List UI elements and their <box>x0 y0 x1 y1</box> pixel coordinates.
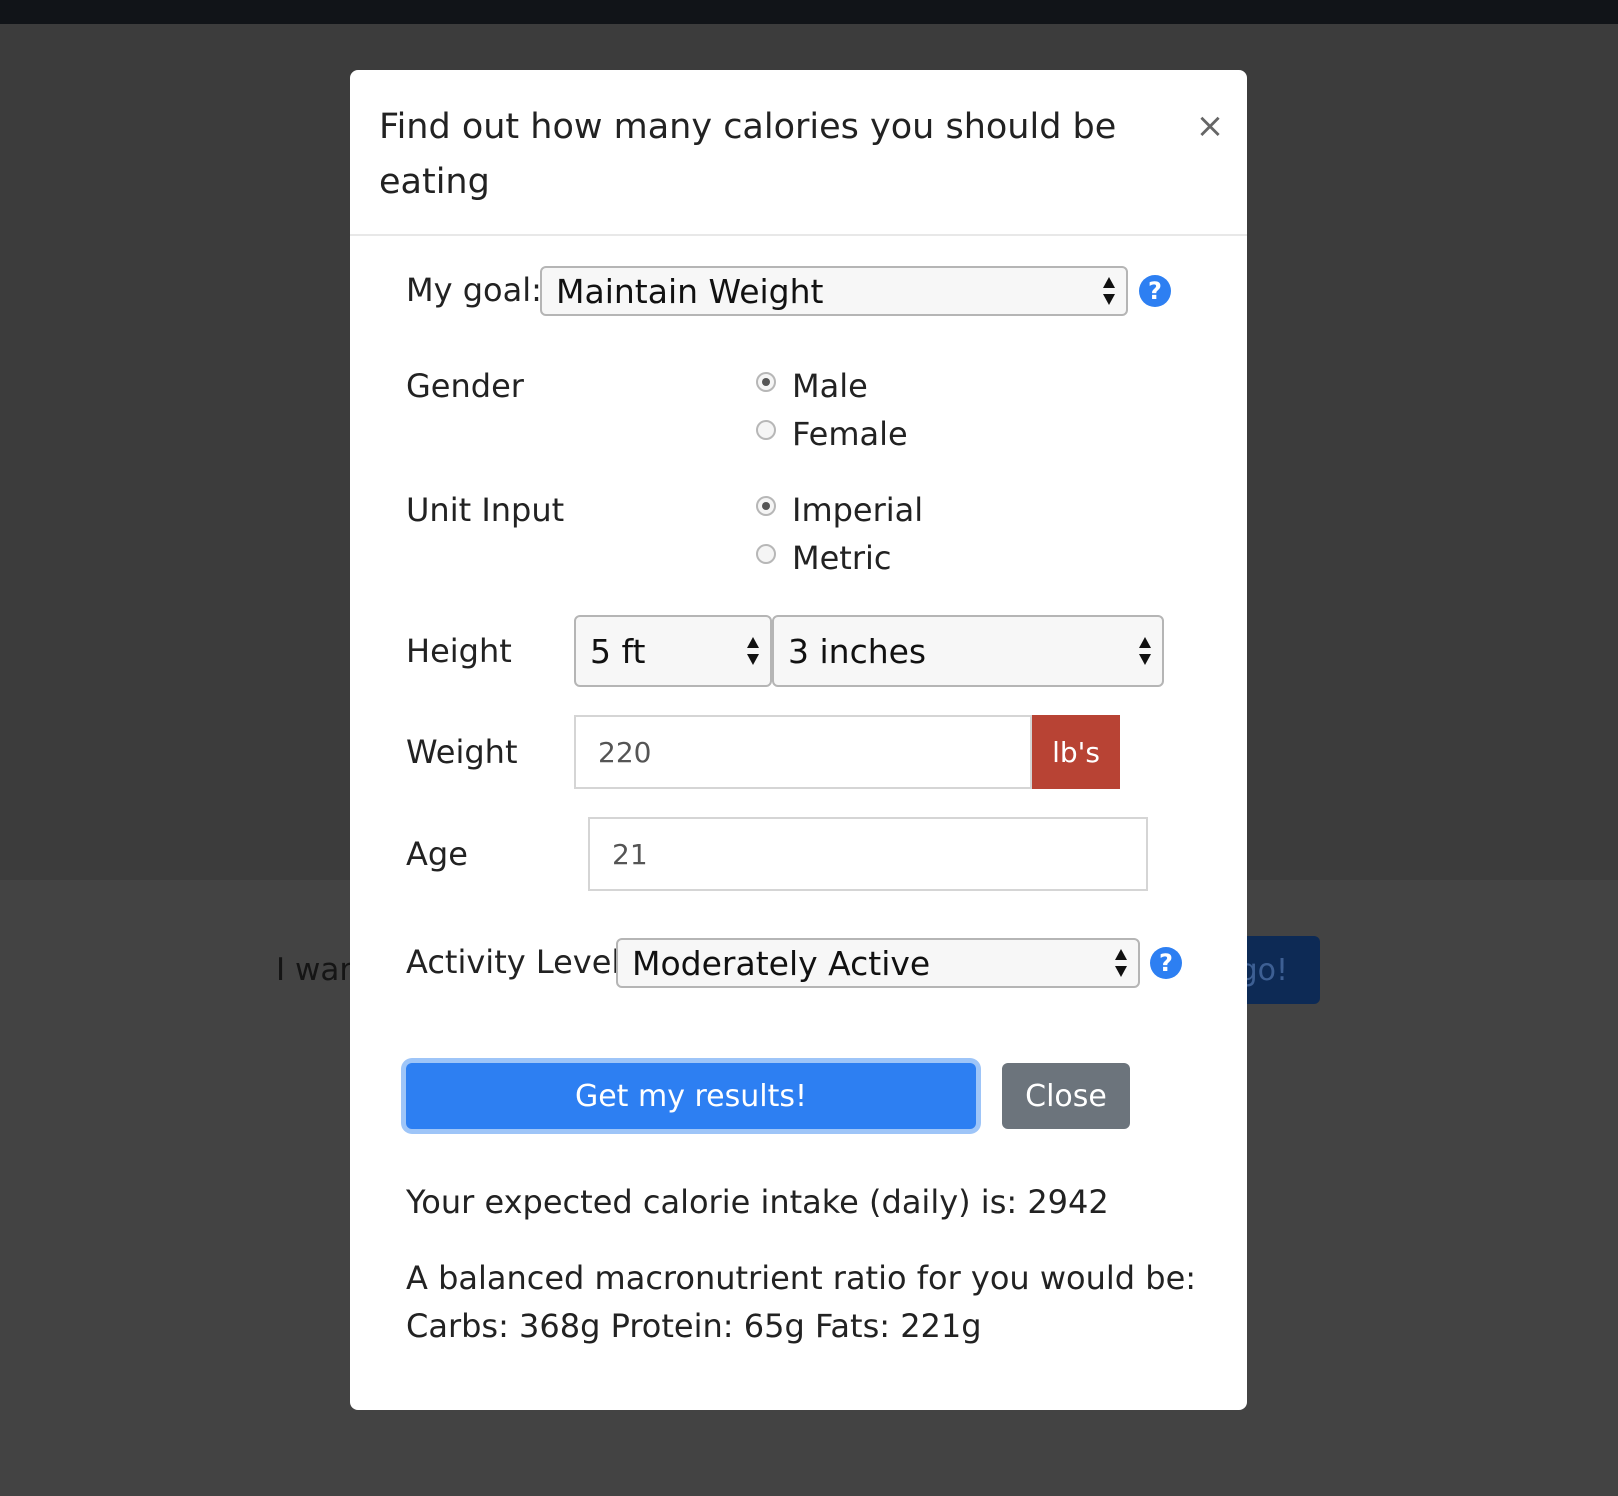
unit-input-label: Unit Input <box>406 491 565 529</box>
height-inches-value: 3 inches <box>788 631 927 671</box>
unit-option-imperial: Imperial <box>792 491 924 529</box>
activity-help-icon[interactable]: ? <box>1150 947 1182 979</box>
close-icon[interactable]: × <box>1192 108 1228 144</box>
goal-select-value: Maintain Weight <box>556 271 824 311</box>
height-label: Height <box>406 632 512 670</box>
height-feet-value: 5 ft <box>590 631 646 671</box>
calorie-modal: Find out how many calories you should be… <box>350 70 1247 1410</box>
activity-level-value: Moderately Active <box>632 943 931 983</box>
background-partial-text: I war <box>276 952 353 988</box>
gender-label: Gender <box>406 367 524 405</box>
weight-label: Weight <box>406 733 518 771</box>
age-input[interactable]: 21 <box>588 817 1148 891</box>
weight-unit-addon: lb's <box>1032 715 1120 789</box>
height-feet-select[interactable]: 5 ft <box>574 615 772 687</box>
get-results-button[interactable]: Get my results! <box>406 1063 976 1129</box>
select-arrows-icon <box>1115 949 1127 977</box>
browser-top-bar <box>0 0 1618 24</box>
macro-result-line-2: Carbs: 368g Protein: 65g Fats: 221g <box>406 1307 982 1345</box>
gender-radio-female[interactable] <box>756 420 776 440</box>
select-arrows-icon <box>1139 637 1151 665</box>
gender-radio-male[interactable] <box>756 372 776 392</box>
macro-result-line-1: A balanced macronutrient ratio for you w… <box>406 1259 1197 1297</box>
select-arrows-icon <box>747 637 759 665</box>
goal-select[interactable]: Maintain Weight <box>540 266 1128 316</box>
modal-title: Find out how many calories you should be… <box>379 107 1117 202</box>
gender-option-male: Male <box>792 367 868 405</box>
weight-input[interactable]: 220 <box>574 715 1032 789</box>
age-label: Age <box>406 835 468 873</box>
unit-option-metric: Metric <box>792 539 892 577</box>
modal-header: Find out how many calories you should be… <box>350 70 1247 236</box>
activity-level-select[interactable]: Moderately Active <box>616 938 1140 988</box>
close-button[interactable]: Close <box>1002 1063 1130 1129</box>
goal-help-icon[interactable]: ? <box>1139 275 1171 307</box>
calorie-result: Your expected calorie intake (daily) is:… <box>406 1183 1109 1221</box>
select-arrows-icon <box>1103 277 1115 305</box>
activity-level-label: Activity Level: <box>406 943 632 981</box>
unit-radio-imperial[interactable] <box>756 496 776 516</box>
goal-label: My goal: <box>406 271 542 309</box>
unit-radio-metric[interactable] <box>756 544 776 564</box>
height-inches-select[interactable]: 3 inches <box>772 615 1164 687</box>
gender-option-female: Female <box>792 415 908 453</box>
